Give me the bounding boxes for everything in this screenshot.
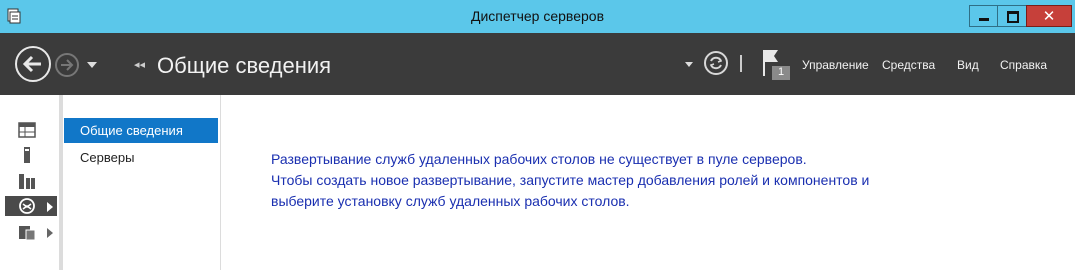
menu-help[interactable]: Справка bbox=[1000, 58, 1047, 72]
notification-count-badge: 1 bbox=[778, 66, 785, 78]
nav-item-servers[interactable]: Серверы bbox=[64, 145, 218, 170]
menu-tools[interactable]: Средства bbox=[882, 58, 935, 72]
title-dropdown-icon[interactable] bbox=[685, 62, 693, 67]
message-line-3: выберите установку служб удаленных рабоч… bbox=[271, 193, 630, 209]
minimize-button[interactable] bbox=[969, 5, 998, 27]
maximize-button[interactable] bbox=[997, 5, 1027, 27]
window-titlebar: Диспетчер серверов ✕ bbox=[0, 0, 1075, 33]
back-button[interactable] bbox=[15, 46, 51, 82]
nav-item-overview[interactable]: Общие сведения bbox=[64, 118, 218, 143]
refresh-button[interactable] bbox=[704, 51, 728, 75]
dashboard-icon[interactable] bbox=[18, 121, 36, 139]
page-title: Общие сведения bbox=[157, 53, 332, 78]
forward-button[interactable] bbox=[55, 53, 79, 77]
nav-item-label: Серверы bbox=[80, 150, 135, 165]
message-line-1: Развертывание служб удаленных рабочих ст… bbox=[271, 151, 807, 167]
back-arrow-icon bbox=[22, 55, 41, 73]
history-dropdown-icon[interactable] bbox=[87, 62, 97, 68]
window-title: Диспетчер серверов bbox=[470, 8, 605, 24]
notifications-button[interactable]: 1 bbox=[762, 46, 792, 80]
toolbar: ◂◂ Общие сведения 1 Управление Средства … bbox=[0, 33, 1075, 95]
role-sidebar bbox=[0, 95, 59, 270]
menu-manage[interactable]: Управление bbox=[802, 58, 869, 72]
breadcrumb-arrows-icon: ◂◂ bbox=[134, 58, 146, 71]
local-server-icon[interactable] bbox=[18, 146, 36, 164]
nav-item-label: Общие сведения bbox=[80, 123, 183, 138]
toolbar-separator bbox=[740, 55, 742, 72]
file-storage-icon[interactable] bbox=[18, 223, 36, 241]
remote-desktop-icon bbox=[19, 198, 35, 214]
close-button[interactable]: ✕ bbox=[1026, 5, 1072, 27]
refresh-icon bbox=[709, 56, 723, 70]
expand-file-storage-icon[interactable] bbox=[47, 228, 53, 238]
forward-arrow-icon bbox=[61, 59, 74, 71]
message-line-2: Чтобы создать новое развертывание, запус… bbox=[271, 172, 870, 188]
menu-view[interactable]: Вид bbox=[957, 58, 979, 72]
flag-icon bbox=[763, 50, 790, 80]
navigation-pane: Общие сведения Серверы bbox=[63, 95, 221, 270]
expand-remote-desktop-icon[interactable] bbox=[47, 202, 53, 212]
close-icon: ✕ bbox=[1042, 7, 1056, 25]
all-servers-icon[interactable] bbox=[18, 172, 36, 190]
